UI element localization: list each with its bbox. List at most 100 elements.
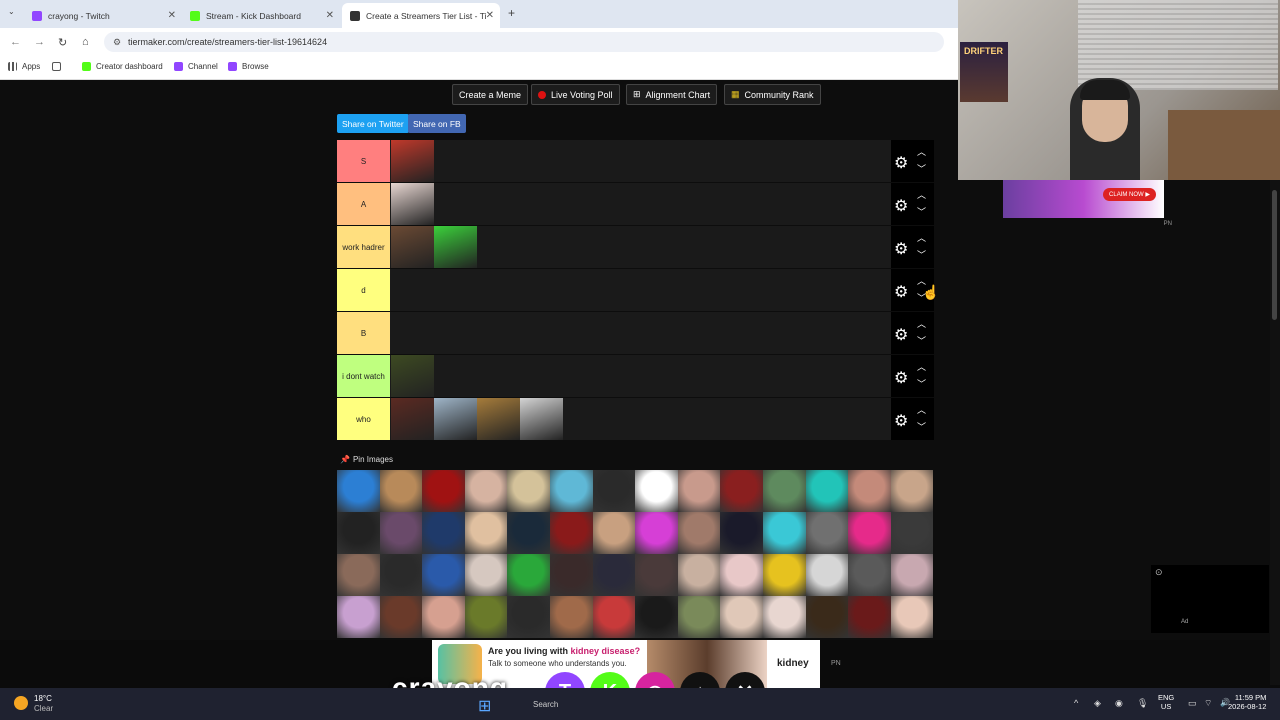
reload-icon[interactable]: ↻ — [58, 36, 67, 49]
streamer-thumbnail[interactable] — [635, 554, 678, 596]
home-icon[interactable]: ⌂ — [82, 36, 89, 48]
chevron-up-icon[interactable]: ︿ — [917, 360, 926, 373]
create-meme-button[interactable]: Create a Meme — [452, 84, 529, 105]
chevron-down-icon[interactable]: ﹀ — [917, 248, 926, 261]
share-fb-button[interactable]: Share on FB — [408, 114, 466, 133]
streamer-thumbnail[interactable] — [422, 554, 465, 596]
gear-icon[interactable]: ⚙ — [894, 325, 908, 345]
site-info-icon[interactable]: ⚙ — [113, 32, 121, 52]
bookmark-browse[interactable]: Browse — [228, 62, 269, 71]
streamer-thumbnail[interactable] — [720, 512, 763, 554]
streamer-thumbnail[interactable] — [592, 554, 636, 596]
streamer-thumbnail[interactable] — [592, 512, 636, 554]
taskbar-search[interactable]: Search — [533, 700, 558, 709]
chevron-down-icon[interactable]: ﹀ — [917, 420, 926, 433]
forward-icon[interactable]: → — [34, 36, 45, 48]
bookmark-apps[interactable]: Apps — [8, 62, 40, 71]
streamer-thumbnail[interactable] — [720, 554, 763, 596]
streamer-thumbnail[interactable] — [890, 596, 934, 638]
tier-label[interactable]: B — [337, 312, 390, 354]
streamer-thumbnail[interactable] — [507, 554, 550, 596]
streamer-thumbnail[interactable] — [391, 183, 434, 225]
tier-images[interactable] — [391, 183, 434, 225]
streamer-thumbnail[interactable] — [805, 470, 849, 512]
tab-search-icon[interactable]: ⌄ — [8, 7, 15, 16]
chevron-down-icon[interactable]: ﹀ — [917, 162, 926, 175]
streamer-thumbnail[interactable] — [337, 554, 380, 596]
streamer-thumbnail[interactable] — [549, 596, 593, 638]
microphone-icon[interactable]: 🎙 — [1137, 698, 1148, 709]
close-tab-icon[interactable]: ✕ — [168, 10, 176, 21]
streamer-thumbnail[interactable] — [890, 470, 934, 512]
streamer-thumbnail[interactable] — [677, 470, 721, 512]
streamer-thumbnail[interactable] — [592, 596, 636, 638]
chevron-up-icon[interactable]: ︿ — [917, 403, 926, 416]
chevron-up-icon[interactable]: ︿ — [917, 317, 926, 330]
right-video-ad[interactable]: ⊙ Ad — [1151, 565, 1269, 633]
streamer-thumbnail[interactable] — [848, 512, 891, 554]
streamer-thumbnail[interactable] — [805, 596, 849, 638]
streamer-thumbnail[interactable] — [762, 470, 806, 512]
chevron-down-icon[interactable]: ﹀ — [917, 377, 926, 390]
gear-icon[interactable]: ⚙ — [894, 411, 908, 431]
streamer-thumbnail[interactable] — [477, 398, 520, 440]
tier-label[interactable]: work hadrer — [337, 226, 390, 268]
tab-kick[interactable]: Stream - Kick Dashboard ✕ — [182, 3, 340, 28]
bookmark-creator-dashboard[interactable]: Creator dashboard — [82, 62, 163, 71]
url-input[interactable]: ⚙ tiermaker.com/create/streamers-tier-li… — [104, 32, 944, 52]
tier-images[interactable] — [391, 398, 563, 440]
streamer-thumbnail[interactable] — [507, 470, 550, 512]
streamer-thumbnail[interactable] — [391, 140, 434, 182]
streamer-thumbnail[interactable] — [890, 554, 934, 596]
streamer-thumbnail[interactable] — [379, 512, 423, 554]
pin-images-label[interactable]: 📌 Pin Images — [340, 455, 393, 464]
tier-label[interactable]: who — [337, 398, 390, 440]
streamer-thumbnail[interactable] — [848, 596, 891, 638]
tray-app-icon[interactable]: ◉ — [1115, 698, 1123, 709]
streamer-thumbnail[interactable] — [379, 470, 423, 512]
streamer-thumbnail[interactable] — [549, 512, 593, 554]
streamer-thumbnail[interactable] — [762, 554, 806, 596]
chevron-up-icon[interactable]: ︿ — [917, 231, 926, 244]
streamer-thumbnail[interactable] — [507, 512, 550, 554]
tier-label[interactable]: d — [337, 269, 390, 311]
tab-tiermaker[interactable]: Create a Streamers Tier List - Ti ✕ — [342, 3, 500, 28]
streamer-thumbnail[interactable] — [391, 355, 434, 397]
bookmark-grid[interactable] — [52, 62, 66, 71]
streamer-thumbnail[interactable] — [592, 470, 636, 512]
tier-images[interactable] — [391, 226, 477, 268]
streamer-thumbnail[interactable] — [337, 512, 380, 554]
claim-now-button[interactable]: CLAIM NOW ▶ — [1103, 188, 1156, 201]
streamer-thumbnail[interactable] — [464, 512, 508, 554]
streamer-thumbnail[interactable] — [762, 596, 806, 638]
streamer-thumbnail[interactable] — [379, 596, 423, 638]
language-indicator[interactable]: ENG US — [1158, 693, 1174, 711]
scrollbar-thumb[interactable] — [1272, 190, 1277, 320]
streamer-thumbnail[interactable] — [635, 512, 678, 554]
gear-icon[interactable]: ⚙ — [894, 282, 908, 302]
back-icon[interactable]: ← — [10, 36, 21, 48]
streamer-thumbnail[interactable] — [507, 596, 550, 638]
close-tab-icon[interactable]: ✕ — [326, 10, 334, 21]
streamer-thumbnail[interactable] — [677, 554, 721, 596]
streamer-thumbnail[interactable] — [720, 596, 763, 638]
community-rank-button[interactable]: ▦ Community Rank — [724, 84, 821, 105]
streamer-thumbnail[interactable] — [464, 554, 508, 596]
network-icon[interactable]: ⌔ — [1204, 698, 1212, 709]
alignment-chart-button[interactable]: ⊞ Alignment Chart — [626, 84, 718, 105]
streamer-thumbnail[interactable] — [464, 596, 508, 638]
streamer-thumbnail[interactable] — [422, 470, 465, 512]
tier-label[interactable]: i dont watch — [337, 355, 390, 397]
tier-label[interactable]: S — [337, 140, 390, 182]
ad-settings-icon[interactable]: ⊙ — [1155, 567, 1163, 578]
close-tab-icon[interactable]: ✕ — [486, 10, 494, 21]
chevron-down-icon[interactable]: ﹀ — [917, 334, 926, 347]
streamer-thumbnail[interactable] — [805, 512, 849, 554]
tier-label[interactable]: A — [337, 183, 390, 225]
streamer-thumbnail[interactable] — [848, 554, 891, 596]
streamer-thumbnail[interactable] — [890, 512, 934, 554]
windows-start-icon[interactable]: ⊞ — [478, 696, 494, 715]
streamer-thumbnail[interactable] — [848, 470, 891, 512]
streamer-thumbnail[interactable] — [549, 554, 593, 596]
tier-images[interactable] — [391, 355, 434, 397]
